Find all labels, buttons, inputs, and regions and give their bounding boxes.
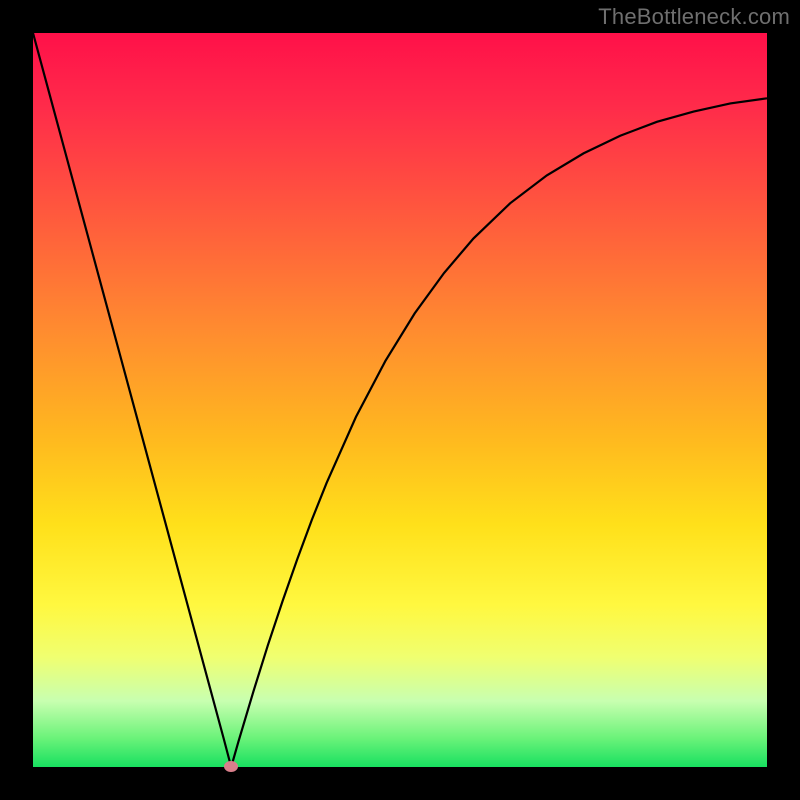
optimal-point-marker xyxy=(224,761,238,772)
bottleneck-curve xyxy=(33,33,767,767)
plot-area xyxy=(33,33,767,767)
watermark-text: TheBottleneck.com xyxy=(598,4,790,30)
chart-frame: TheBottleneck.com xyxy=(0,0,800,800)
curve-path xyxy=(33,33,767,767)
